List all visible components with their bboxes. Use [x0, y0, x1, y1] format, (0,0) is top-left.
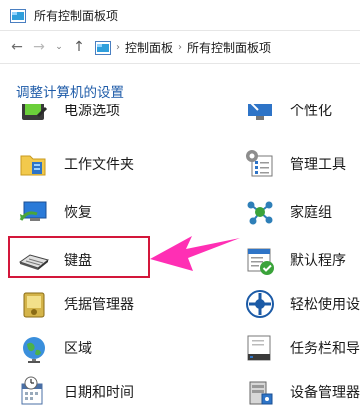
- credential-manager-icon: [18, 288, 50, 320]
- taskbar-navigation-icon: [244, 332, 276, 364]
- item-label: 任务栏和导航: [290, 341, 360, 357]
- recovery-icon: [18, 196, 50, 228]
- item-taskbar-navigation[interactable]: 任务栏和导航: [244, 328, 360, 368]
- power-options-icon: [18, 104, 50, 126]
- highlight-box: [8, 236, 150, 278]
- default-programs-icon: [244, 244, 276, 276]
- item-label: 个性化: [290, 104, 332, 119]
- forward-button[interactable]: →: [30, 37, 48, 57]
- item-label: 恢复: [64, 205, 92, 221]
- item-label: 家庭组: [290, 205, 332, 221]
- item-label: 默认程序: [290, 253, 346, 269]
- device-manager-icon: [244, 376, 276, 408]
- work-folders-icon: [18, 148, 50, 180]
- recent-locations-chevron-icon[interactable]: ⌄: [50, 37, 68, 57]
- breadcrumb-control-panel[interactable]: 控制面板: [125, 39, 173, 56]
- item-work-folders[interactable]: 工作文件夹: [18, 144, 134, 184]
- control-panel-icon: [10, 8, 26, 23]
- item-credential-manager[interactable]: 凭据管理器: [18, 284, 134, 324]
- item-administrative-tools[interactable]: 管理工具: [244, 144, 346, 184]
- item-region[interactable]: 区域: [18, 328, 92, 368]
- item-label: 轻松使用设置: [290, 297, 360, 313]
- item-device-manager[interactable]: 设备管理器: [244, 372, 360, 412]
- item-label: 日期和时间: [64, 385, 134, 401]
- breadcrumb-separator[interactable]: ›: [178, 42, 182, 53]
- item-default-programs[interactable]: 默认程序: [244, 240, 346, 280]
- item-homegroup[interactable]: 家庭组: [244, 192, 332, 232]
- ease-of-access-icon: [244, 288, 276, 320]
- item-label: 区域: [64, 341, 92, 357]
- address-bar[interactable]: › 控制面板 › 所有控制面板项: [94, 36, 360, 58]
- control-panel-items: 电源选项 工作文件夹 恢复 键盘 凭据管理器 区域 日期和时间 个性化 管理工具…: [0, 100, 360, 406]
- item-label: 凭据管理器: [64, 297, 134, 313]
- breadcrumb-separator[interactable]: ›: [116, 42, 120, 53]
- navigation-bar: ← → ⌄ ↑ › 控制面板 › 所有控制面板项: [0, 30, 360, 64]
- date-time-icon: [18, 376, 50, 408]
- window-title: 所有控制面板项: [34, 8, 119, 23]
- item-label: 电源选项: [64, 104, 120, 119]
- control-panel-icon: [95, 40, 111, 55]
- region-icon: [18, 332, 50, 364]
- administrative-tools-icon: [244, 148, 276, 180]
- title-bar: 所有控制面板项: [0, 0, 360, 30]
- pointer-arrow: [150, 236, 240, 271]
- item-label: 管理工具: [290, 157, 346, 173]
- back-button[interactable]: ←: [8, 37, 26, 57]
- up-button[interactable]: ↑: [70, 37, 88, 57]
- breadcrumb-all-items[interactable]: 所有控制面板项: [187, 39, 271, 56]
- homegroup-icon: [244, 196, 276, 228]
- item-label: 设备管理器: [290, 385, 360, 401]
- item-power-options[interactable]: 电源选项: [18, 104, 120, 130]
- personalization-icon: [244, 104, 276, 126]
- item-date-time[interactable]: 日期和时间: [18, 372, 134, 412]
- item-personalization[interactable]: 个性化: [244, 104, 332, 130]
- page-heading: 调整计算机的设置: [16, 85, 124, 101]
- item-recovery[interactable]: 恢复: [18, 192, 92, 232]
- item-ease-of-access[interactable]: 轻松使用设置: [244, 284, 360, 324]
- item-label: 工作文件夹: [64, 157, 134, 173]
